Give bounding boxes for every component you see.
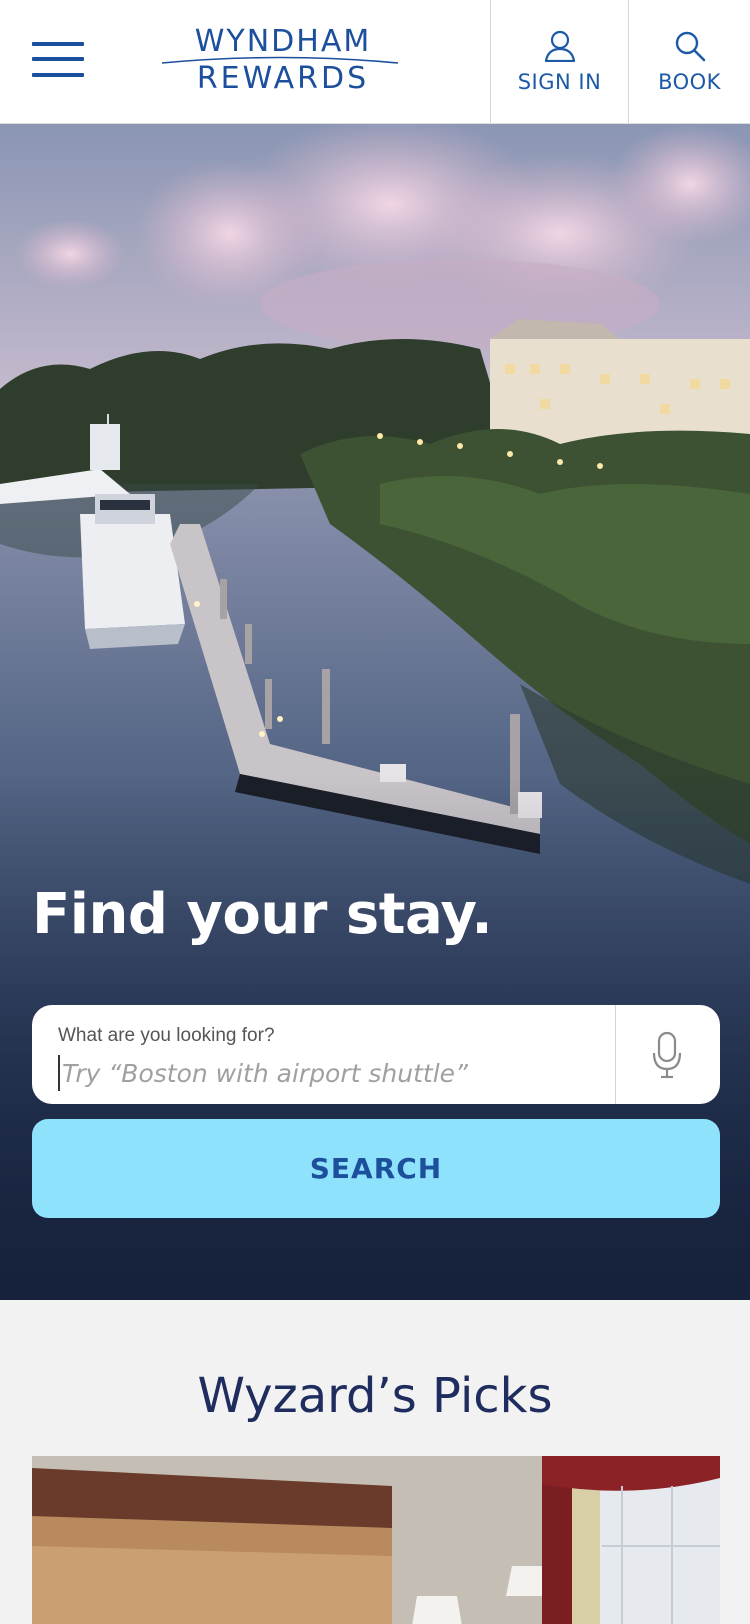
sign-in-label: SIGN IN [517, 70, 602, 94]
pick-card[interactable] [32, 1456, 720, 1624]
book-label: BOOK [658, 70, 721, 94]
search-field-label: What are you looking for? [58, 1025, 275, 1046]
top-header: WYNDHAM REWARDS SIGN IN BOOK [0, 0, 750, 124]
book-button[interactable]: BOOK [629, 0, 750, 123]
hamburger-menu-icon[interactable] [32, 40, 84, 80]
logo-line1: WYNDHAM [194, 24, 372, 59]
destination-search-input[interactable] [58, 1055, 598, 1091]
destination-search-box: What are you looking for? [32, 1005, 720, 1104]
hero-section: Find your stay. What are you looking for… [0, 124, 750, 1300]
microphone-icon [652, 1031, 682, 1079]
search-button[interactable]: SEARCH [32, 1119, 720, 1218]
wyndham-rewards-logo[interactable]: WYNDHAM REWARDS [160, 26, 400, 96]
sign-in-button[interactable]: SIGN IN [491, 0, 628, 123]
wyzards-picks-section: Wyzard’s Picks [0, 1300, 750, 1624]
logo-line2: REWARDS [196, 61, 370, 96]
search-icon [675, 31, 705, 62]
picks-section-title: Wyzard’s Picks [197, 1368, 553, 1424]
voice-search-button[interactable] [616, 1005, 720, 1104]
hero-title: Find your stay. [32, 882, 493, 947]
user-icon [544, 30, 575, 62]
hotel-room-image [32, 1456, 720, 1624]
